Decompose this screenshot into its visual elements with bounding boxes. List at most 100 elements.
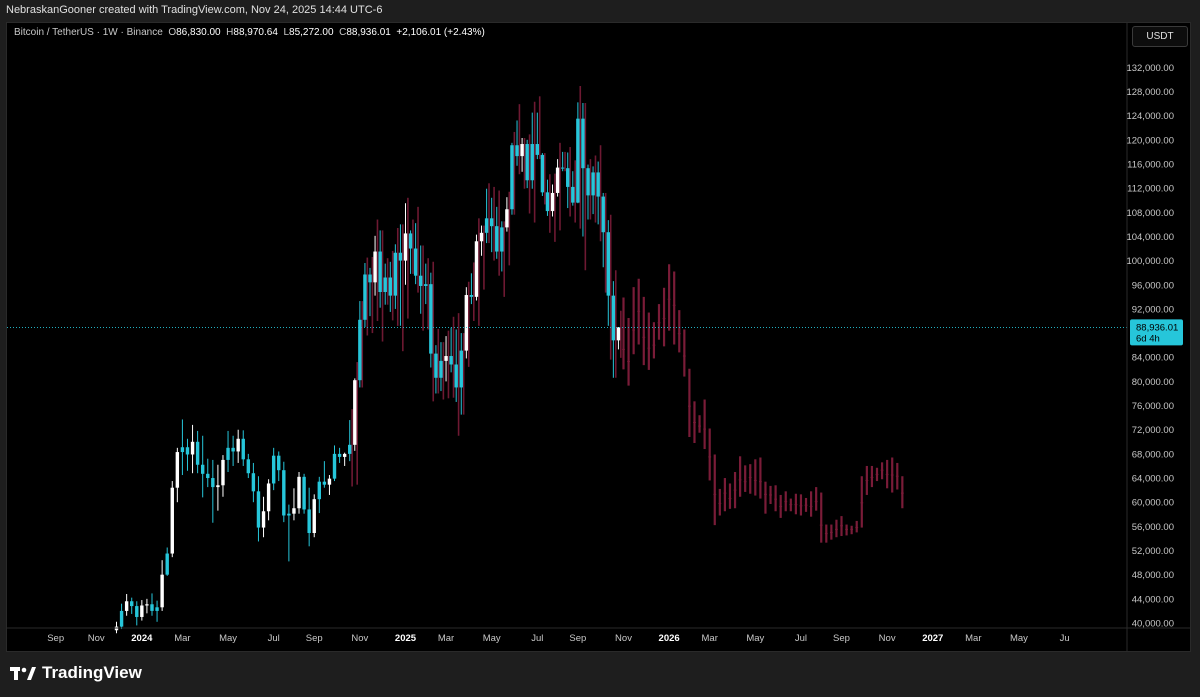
projection-bar[interactable]	[829, 524, 833, 540]
price-tick-label: 96,000.00	[1132, 280, 1174, 291]
candle-body	[368, 274, 372, 283]
projection-bar[interactable]	[662, 287, 666, 347]
symbol-legend: Bitcoin / TetherUS · 1W · Binance O86,83…	[14, 27, 485, 38]
candle[interactable]	[297, 472, 301, 514]
price-tick-label: 112,000.00	[1127, 184, 1174, 195]
projection-bar[interactable]	[784, 491, 788, 512]
projection-bar[interactable]	[860, 476, 864, 528]
projection-bar[interactable]	[885, 459, 889, 489]
projection-bar[interactable]	[769, 485, 772, 505]
projection-bar[interactable]	[870, 465, 874, 488]
candle[interactable]	[302, 473, 306, 514]
candle-body	[479, 232, 484, 242]
projection-bar[interactable]	[824, 524, 828, 543]
projection-bar[interactable]	[642, 296, 646, 366]
projection-bar[interactable]	[622, 297, 625, 370]
projection-bar[interactable]	[708, 428, 712, 481]
projection-bar[interactable]	[814, 487, 818, 511]
projection-bar[interactable]	[809, 491, 813, 517]
time-tick-label: Mar	[438, 633, 454, 644]
projection-bar[interactable]	[672, 271, 676, 345]
projection-bar[interactable]	[855, 520, 859, 533]
projection-bar[interactable]	[875, 467, 879, 482]
projection-bar[interactable]	[774, 485, 777, 512]
projection-bar[interactable]	[890, 457, 894, 493]
projection-bar[interactable]	[647, 312, 651, 370]
projection-bar[interactable]	[718, 488, 722, 516]
price-tick-label: 52,000.00	[1132, 546, 1174, 557]
candle[interactable]	[282, 461, 286, 523]
projection-bar[interactable]	[698, 415, 701, 433]
candle-body	[282, 470, 286, 516]
projection-bar[interactable]	[758, 457, 762, 499]
candle-body	[266, 483, 271, 512]
projection-bar[interactable]	[799, 494, 803, 516]
projection-bar[interactable]	[688, 368, 691, 437]
candle-body	[378, 251, 382, 293]
time-tick-label: Sep	[833, 633, 850, 644]
projection-bar[interactable]	[728, 483, 732, 509]
projection-bar[interactable]	[738, 456, 742, 497]
projection-bar[interactable]	[900, 476, 904, 509]
brand-name: TradingView	[42, 663, 142, 682]
projection-bar[interactable]	[627, 317, 630, 386]
projection-bar[interactable]	[880, 462, 884, 480]
candle-body	[231, 447, 235, 452]
projection-bar[interactable]	[743, 465, 747, 492]
projection-bar[interactable]	[632, 287, 636, 355]
candle-body	[302, 476, 306, 510]
projection-bar[interactable]	[835, 519, 838, 538]
projection-bar[interactable]	[723, 478, 727, 512]
projection-bar[interactable]	[748, 464, 752, 494]
projection-bar[interactable]	[693, 401, 696, 444]
candle[interactable]	[353, 378, 357, 451]
projection-bar[interactable]	[667, 264, 671, 331]
projection-bar[interactable]	[677, 310, 681, 353]
projection-bar[interactable]	[865, 465, 869, 495]
projection-bar[interactable]	[764, 481, 767, 514]
projection-bar[interactable]	[657, 304, 661, 340]
projection-bar[interactable]	[794, 493, 798, 515]
candle-body	[119, 610, 124, 627]
candle[interactable]	[312, 494, 316, 538]
projection-bar[interactable]	[845, 524, 848, 536]
projection-bar[interactable]	[895, 462, 899, 490]
candle-body	[596, 172, 600, 197]
candle-body	[261, 511, 266, 528]
candle-body	[185, 447, 190, 455]
projection-bar[interactable]	[850, 525, 854, 535]
projection-bar[interactable]	[713, 454, 717, 526]
last-price-value: 88,936.01	[1136, 322, 1178, 333]
candle-body	[195, 441, 200, 465]
projection-bar[interactable]	[789, 498, 793, 512]
time-tick-label: Nov	[879, 633, 896, 644]
candle-body	[525, 144, 529, 181]
candle[interactable]	[464, 287, 469, 359]
candle[interactable]	[474, 234, 479, 301]
candle[interactable]	[429, 272, 433, 368]
currency-button[interactable]: USDT	[1132, 26, 1188, 47]
projection-bar[interactable]	[804, 497, 808, 512]
candle-body	[348, 444, 352, 454]
price-tick-label: 108,000.00	[1126, 208, 1174, 219]
projection-bar[interactable]	[682, 329, 686, 377]
projection-bar[interactable]	[819, 492, 823, 543]
projection-bar[interactable]	[753, 459, 757, 496]
candle[interactable]	[510, 142, 514, 215]
candle-body	[566, 168, 570, 187]
projection-bar[interactable]	[703, 399, 707, 450]
projection-bar[interactable]	[779, 494, 783, 518]
price-tick-label: 116,000.00	[1127, 159, 1174, 170]
candle-body	[424, 284, 428, 286]
tradingview-brand: TradingView	[10, 663, 142, 683]
candle-body	[393, 252, 398, 296]
projection-bar[interactable]	[840, 516, 843, 537]
candlestick-chart[interactable]: 40,000.0044,000.0048,000.0052,000.0056,0…	[0, 0, 1200, 697]
projection-bar[interactable]	[733, 472, 737, 509]
projection-bar[interactable]	[637, 278, 641, 345]
candle[interactable]	[540, 153, 545, 196]
candle[interactable]	[170, 481, 174, 558]
candle-body	[535, 144, 540, 155]
price-tick-label: 132,000.00	[1126, 63, 1174, 74]
candle-body	[135, 606, 139, 617]
